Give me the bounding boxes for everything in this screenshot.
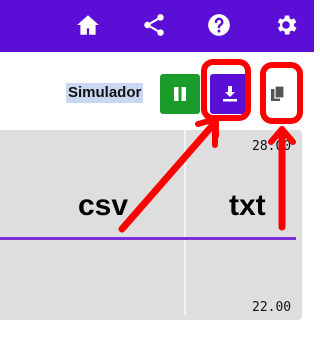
help-icon [208,14,230,36]
settings-button[interactable] [269,8,303,42]
pause-icon [174,87,186,101]
download-button[interactable] [210,74,250,114]
y-tick-top: 28.00 [252,139,292,154]
simulator-label: Simulador [66,83,144,103]
chart-divider [184,130,186,315]
top-app-bar [0,0,314,52]
y-tick-bottom: 22.00 [252,300,292,315]
home-button[interactable] [71,8,105,42]
txt-label: txt [229,189,266,222]
app-frame: Simulador csv txt 28.00 22.00 [0,0,314,337]
settings-icon [277,15,297,35]
copy-icon [271,85,285,101]
share-button[interactable] [137,8,171,42]
share-icon [144,14,164,36]
help-button[interactable] [202,8,236,42]
series-line [0,237,296,240]
csv-label: csv [78,189,129,222]
copy-button[interactable] [258,74,298,114]
chart-panel [0,130,302,320]
home-icon [77,15,99,35]
download-icon [223,86,237,102]
pause-button[interactable] [160,74,200,114]
